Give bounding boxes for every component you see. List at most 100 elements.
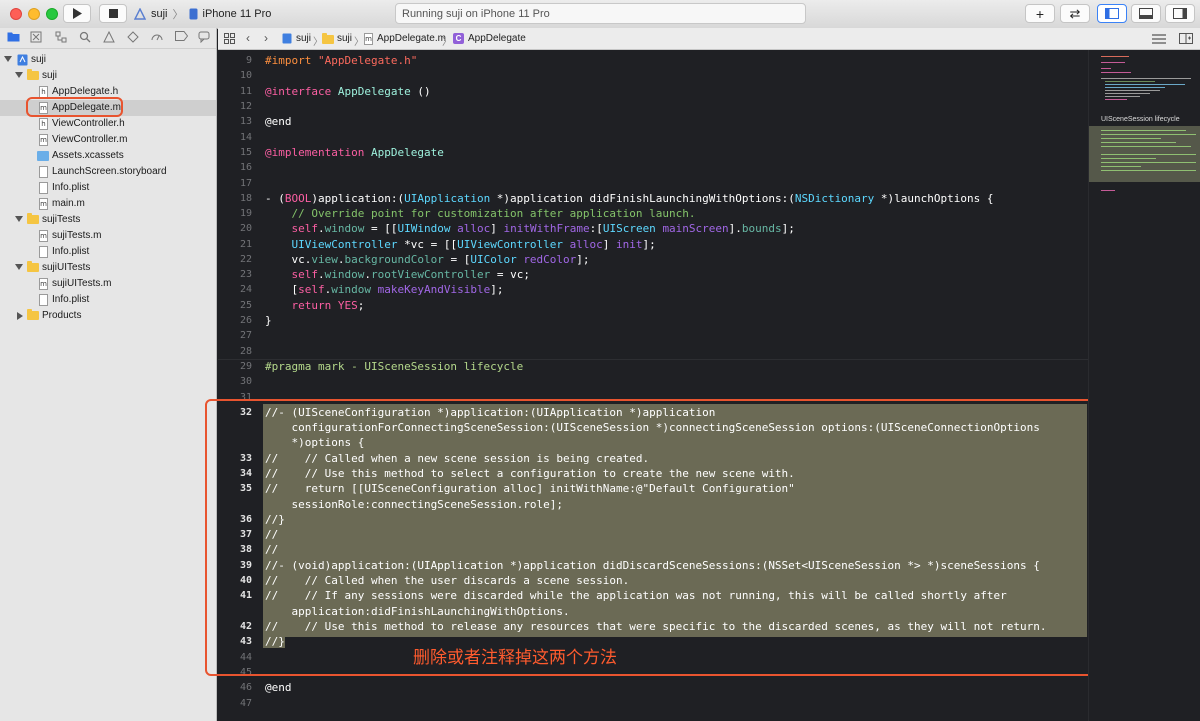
hierarchy-icon <box>55 31 67 43</box>
symbol-navigator-tab[interactable] <box>54 31 68 45</box>
disclosure-open-icon[interactable] <box>4 56 12 62</box>
folder-icon <box>7 32 19 42</box>
header-file-icon: h <box>39 118 48 130</box>
minimap[interactable]: UISceneSession lifecycle <box>1088 50 1200 721</box>
line-number: 23 <box>239 269 252 280</box>
folder-icon <box>27 261 39 272</box>
stop-icon <box>108 9 118 18</box>
window-toolbar: suji 〉 iPhone 11 Pro Running suji on iPh… <box>0 0 1200 29</box>
report-navigator-tab[interactable] <box>197 31 211 45</box>
code-line: 25 return YES; <box>218 298 1088 313</box>
line-number: 11 <box>239 86 252 97</box>
tree-item-folder[interactable]: sujiTests <box>0 212 216 228</box>
toggle-inspector-button[interactable] <box>1165 4 1195 23</box>
tree-item-file[interactable]: Info.plist <box>0 292 216 308</box>
minimap-line <box>1101 158 1156 159</box>
plist-file-icon <box>39 182 48 194</box>
code-line: 26} <box>218 313 1088 328</box>
disclosure-closed-icon[interactable] <box>17 312 23 320</box>
toggle-navigator-button[interactable] <box>1097 4 1127 23</box>
tree-item-folder[interactable]: suji <box>0 68 216 84</box>
annotation-box <box>205 399 1116 676</box>
run-button[interactable] <box>63 4 91 23</box>
find-navigator-tab[interactable] <box>78 31 92 45</box>
grid-icon[interactable] <box>224 33 235 44</box>
toggle-debug-area-button[interactable] <box>1131 4 1161 23</box>
speech-bubble-icon <box>198 31 210 44</box>
split-editor-icon[interactable] <box>1179 33 1193 44</box>
issue-navigator-tab[interactable] <box>102 30 116 45</box>
tree-item-project[interactable]: suji <box>0 52 216 68</box>
tree-item-file[interactable]: h ViewController.h <box>0 116 216 132</box>
breadcrumb-file[interactable]: AppDelegate.m <box>377 33 446 44</box>
minimap-line <box>1101 134 1196 135</box>
tree-item-file[interactable]: Assets.xcassets <box>0 148 216 164</box>
tree-item-folder[interactable]: sujiUITests <box>0 260 216 276</box>
warning-icon <box>103 30 115 43</box>
tree-item-label: sujiTests.m <box>52 230 102 241</box>
project-navigator-tab[interactable] <box>6 31 20 45</box>
tree-item-file[interactable]: m sujiUITests.m <box>0 276 216 292</box>
test-navigator-tab[interactable] <box>126 31 140 45</box>
folder-icon <box>322 33 334 44</box>
line-number: 21 <box>239 239 252 250</box>
minimap-line <box>1105 84 1185 85</box>
tree-item-label: Info.plist <box>52 182 90 193</box>
disclosure-open-icon[interactable] <box>15 216 23 222</box>
stop-button[interactable] <box>99 4 127 23</box>
objc-file-icon: m <box>39 198 48 210</box>
objc-file-icon: m <box>39 134 48 146</box>
code-line: 19 // Override point for customization a… <box>218 206 1088 221</box>
code-line: 18- (BOOL)application:(UIApplication *)a… <box>218 191 1088 206</box>
code-line: 27 <box>218 328 1088 343</box>
objc-file-icon: m <box>364 33 373 45</box>
line-number: 24 <box>239 284 252 295</box>
editor-options-icon[interactable] <box>1152 34 1166 44</box>
chevron-right-icon: 〉 <box>354 37 364 48</box>
code-line: 30 <box>218 374 1088 389</box>
tree-item-file[interactable]: m main.m <box>0 196 216 212</box>
tree-item-label: ViewController.m <box>52 134 128 145</box>
tree-item-file[interactable]: LaunchScreen.storyboard <box>0 164 216 180</box>
minimap-line <box>1101 166 1141 167</box>
tree-item-folder[interactable]: Products <box>0 308 216 324</box>
code-review-button[interactable]: ⇄ <box>1060 4 1090 23</box>
breadcrumb-symbol[interactable]: AppDelegate <box>468 33 526 44</box>
line-number: 9 <box>245 55 252 66</box>
tree-item-label: Info.plist <box>52 294 90 305</box>
minimap-line <box>1101 142 1176 143</box>
add-library-button[interactable]: + <box>1025 4 1055 23</box>
line-number: 29 <box>239 361 252 372</box>
line-number: 18 <box>239 193 252 204</box>
breakpoint-icon <box>174 31 188 41</box>
device-name: iPhone 11 Pro <box>202 8 272 20</box>
jump-bar: ‹ › suji 〉 suji 〉 m AppDelegate.m 〉 C Ap… <box>218 28 1200 50</box>
code-line: 46 @end <box>218 680 1088 695</box>
disclosure-open-icon[interactable] <box>15 264 23 270</box>
code-line: 9 #import "AppDelegate.h" <box>218 53 1088 68</box>
line-number: 47 <box>239 698 252 709</box>
scheme-name: suji <box>151 8 168 20</box>
folder-icon <box>27 309 39 320</box>
scheme-selector[interactable]: suji 〉 iPhone 11 Pro <box>134 5 271 23</box>
debug-navigator-tab[interactable] <box>150 31 164 45</box>
tree-item-file[interactable]: m sujiTests.m <box>0 228 216 244</box>
tree-item-label: LaunchScreen.storyboard <box>52 166 167 177</box>
tree-item-file[interactable]: Info.plist <box>0 180 216 196</box>
minimize-window-button[interactable] <box>28 8 40 20</box>
minimap-line <box>1101 146 1191 147</box>
iphone-icon <box>189 8 198 20</box>
close-window-button[interactable] <box>10 8 22 20</box>
tree-item-file[interactable]: Info.plist <box>0 244 216 260</box>
breadcrumb-folder[interactable]: suji <box>337 33 352 44</box>
panel-bottom-icon <box>1139 8 1153 19</box>
tree-item-file[interactable]: m ViewController.m <box>0 132 216 148</box>
zoom-window-button[interactable] <box>46 8 58 20</box>
forward-button[interactable]: › <box>264 31 268 45</box>
breakpoint-navigator-tab[interactable] <box>174 31 188 45</box>
source-control-tab[interactable] <box>29 31 43 45</box>
breadcrumb-project[interactable]: suji <box>296 33 311 44</box>
back-button[interactable]: ‹ <box>246 31 250 45</box>
code-line: 47 <box>218 696 1088 711</box>
disclosure-open-icon[interactable] <box>15 72 23 78</box>
